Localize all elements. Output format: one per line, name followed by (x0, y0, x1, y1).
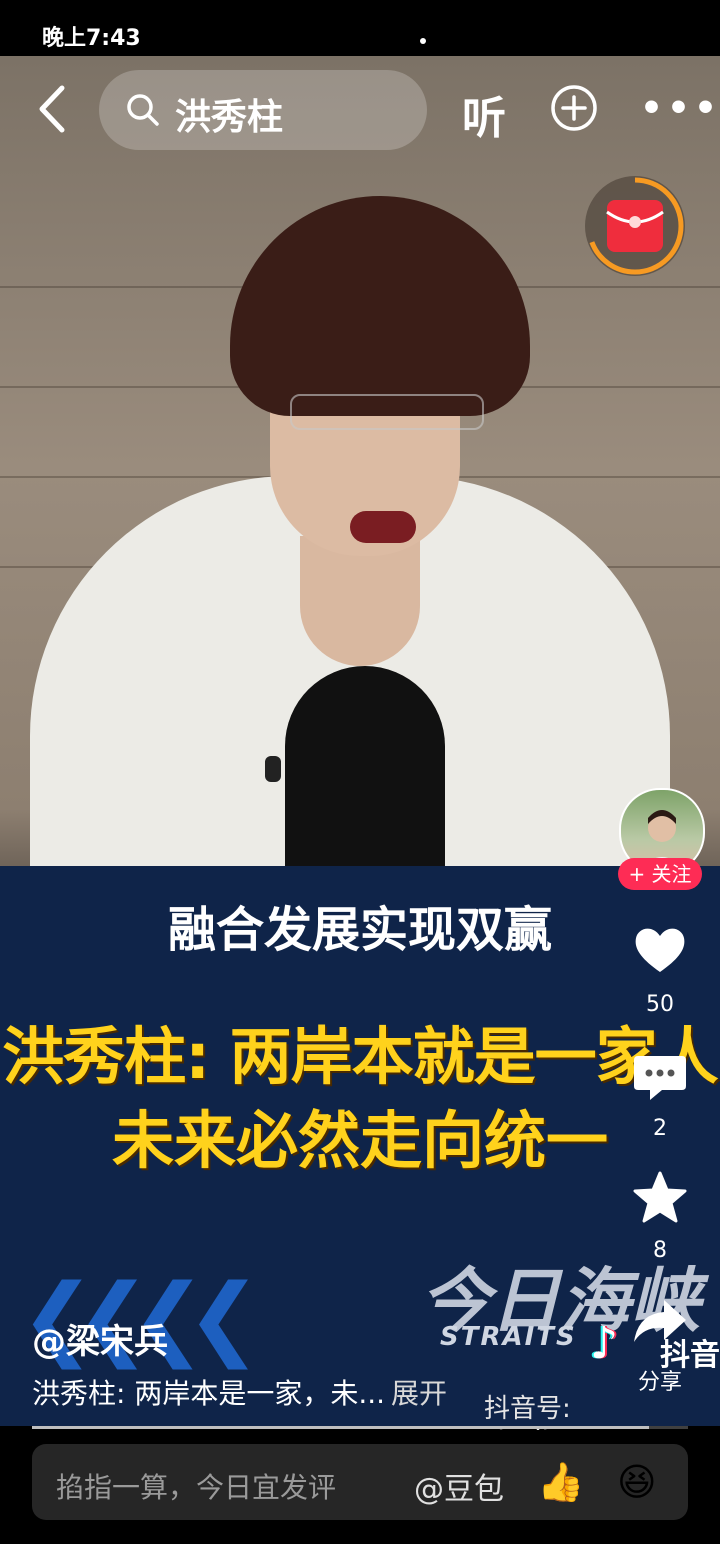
like-button[interactable] (632, 922, 688, 982)
search-query: 洪秀柱 (175, 97, 284, 138)
speaker-hair (230, 196, 530, 416)
heart-icon (635, 928, 685, 972)
speaker-shirt (285, 666, 445, 876)
favorite-count: 8 (653, 1238, 667, 1263)
plus-circle-icon (551, 85, 597, 131)
listen-button[interactable]: 听 (462, 82, 506, 146)
like-count: 50 (646, 992, 674, 1017)
mention-doubao-button[interactable]: @豆包 (414, 1464, 504, 1508)
back-arrow-icon (39, 85, 65, 133)
video-headline-line1: 洪秀柱: 两岸本就是一家人 (2, 1020, 718, 1093)
search-box[interactable]: 洪秀柱 (99, 70, 427, 150)
speaker-mouth (350, 511, 416, 543)
share-button[interactable] (632, 1296, 688, 1350)
lapel-mic (265, 756, 281, 782)
comment-placeholder: 掐指一算，今日宜发评 (56, 1471, 337, 1504)
video-progress-bar[interactable] (32, 1426, 688, 1429)
status-time: 晚上7:43 (42, 26, 141, 51)
share-label: 分享 (637, 1370, 682, 1395)
comment-count: 2 (653, 1116, 667, 1141)
red-packet-button[interactable] (585, 176, 685, 276)
status-bar: 晚上7:43 (0, 0, 720, 56)
more-button[interactable]: ••• (640, 88, 720, 129)
back-button[interactable] (32, 82, 86, 136)
share-arrow-icon (634, 1300, 686, 1342)
search-icon (127, 94, 159, 126)
douyin-logo-icon: ♪ (590, 1318, 619, 1369)
status-dot-icon (420, 38, 426, 44)
favorite-button[interactable] (632, 1170, 688, 1230)
star-icon (633, 1171, 687, 1223)
channel-logo-en: STRAITS (440, 1322, 577, 1352)
follow-button[interactable]: + 关注 (618, 858, 702, 890)
comment-bubble-icon (634, 1056, 686, 1100)
progress-fill (32, 1426, 649, 1429)
add-button[interactable] (550, 84, 598, 136)
description-text: 洪秀柱: 两岸本是一家，未... (32, 1377, 386, 1410)
comment-input[interactable]: 掐指一算，今日宜发评 @豆包 👍 😆 (32, 1444, 688, 1520)
laugh-emoji-button[interactable]: 😆 (617, 1460, 657, 1504)
red-packet-icon (586, 177, 684, 275)
comment-button[interactable] (632, 1052, 688, 1108)
speaker-glasses (290, 394, 484, 430)
video-subtitle: 融合发展实现双赢 (167, 902, 552, 958)
expand-button[interactable]: 展开 (391, 1377, 447, 1410)
thumbs-up-emoji-button[interactable]: 👍 (537, 1460, 584, 1505)
post-description: 洪秀柱: 两岸本是一家，未... 展开 (32, 1372, 447, 1412)
author-name[interactable]: @梁宋兵 (32, 1314, 168, 1363)
video-headline-line2: 未来必然走向统一 (111, 1104, 608, 1177)
